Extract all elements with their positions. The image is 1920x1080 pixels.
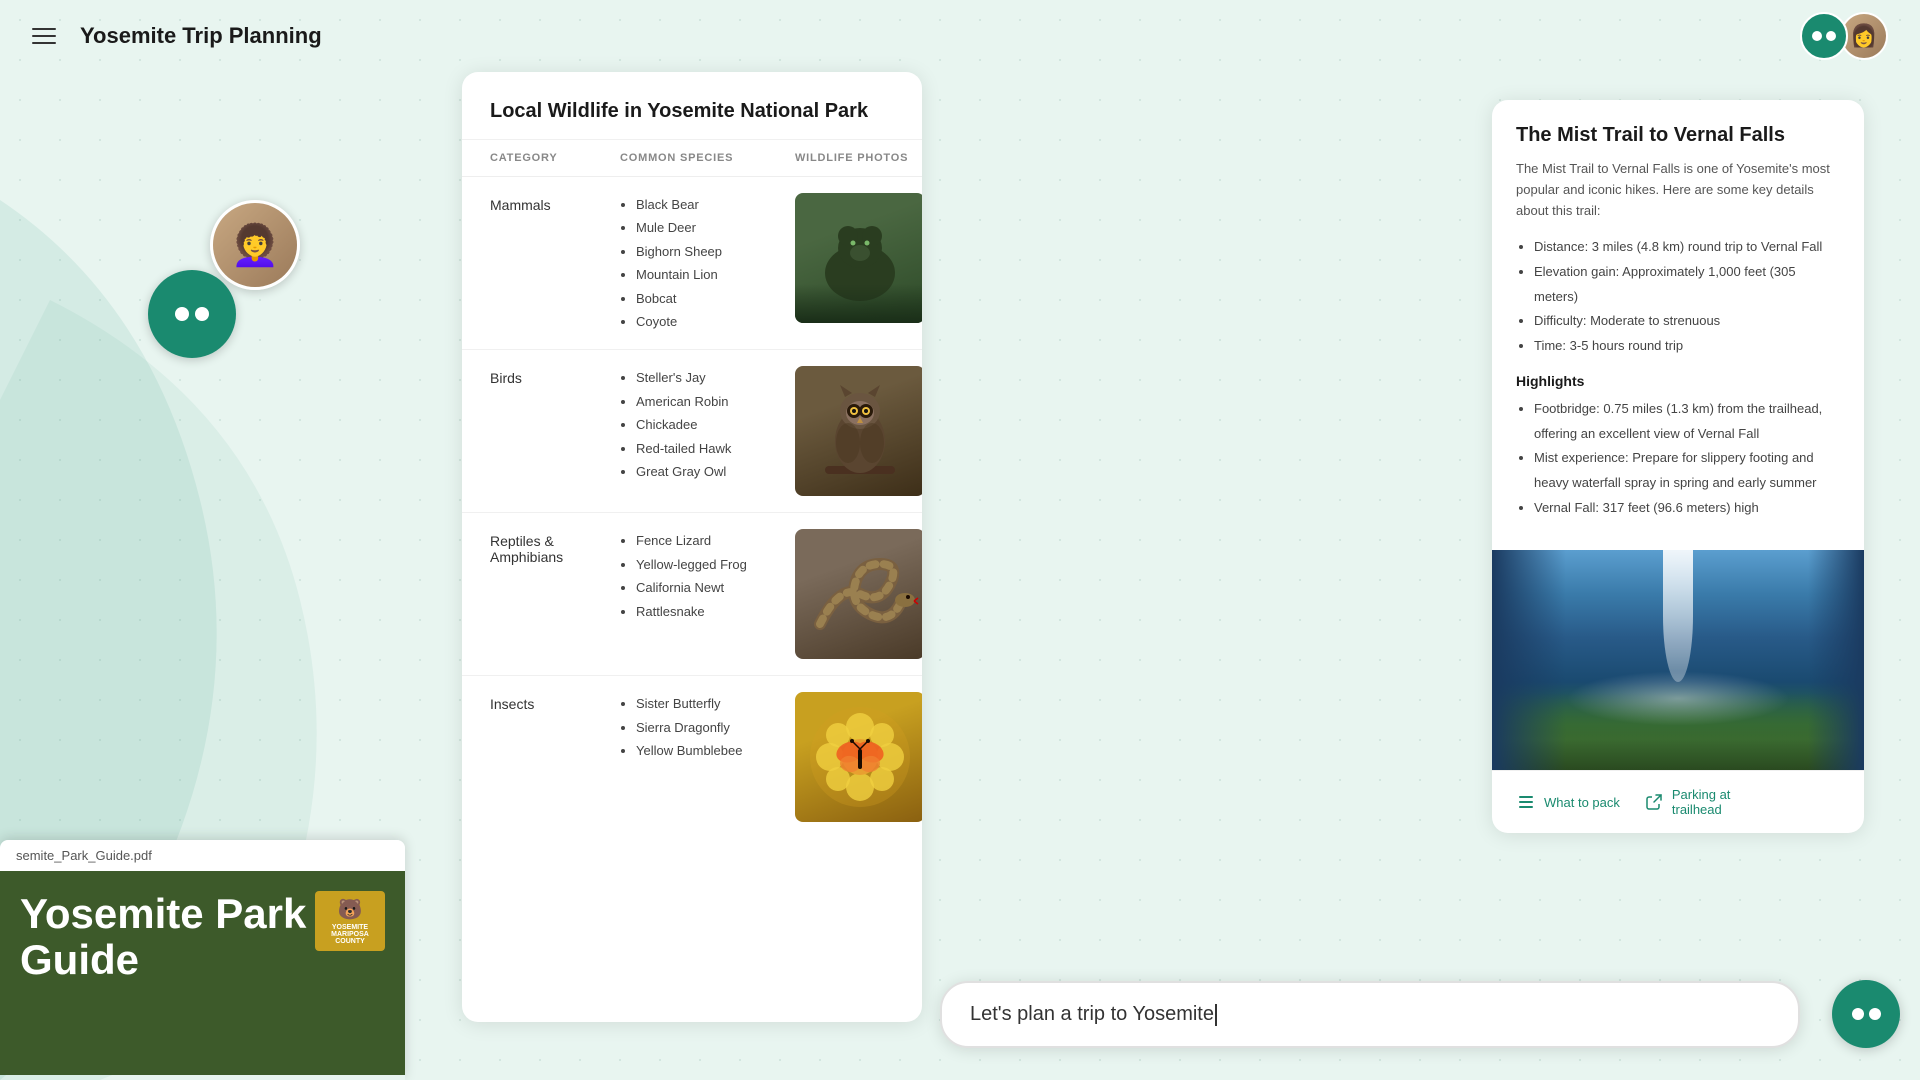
col-category: CATEGORY xyxy=(490,152,620,164)
col-species: COMMON SPECIES xyxy=(620,152,795,164)
pdf-cover: 🐻 YOSEMITEMARIPOSACOUNTY Yosemite Park G… xyxy=(0,871,405,1075)
floating-user-avatar: 👩‍🦱 xyxy=(210,200,300,290)
trail-card: The Mist Trail to Vernal Falls The Mist … xyxy=(1492,100,1864,833)
owl-photo xyxy=(795,366,922,496)
pdf-logo: 🐻 YOSEMITEMARIPOSACOUNTY xyxy=(315,891,385,951)
chat-input-container: Let's plan a trip to Yosemite xyxy=(940,981,1800,1048)
butterfly-photo xyxy=(795,692,922,822)
bear-icon: 🐻 xyxy=(338,897,363,922)
pdf-filename: semite_Park_Guide.pdf xyxy=(0,840,405,871)
category-birds: Birds xyxy=(490,366,620,386)
snake-photo xyxy=(795,529,922,659)
what-to-pack-label: What to pack xyxy=(1544,795,1620,810)
table-row: Insects Sister Butterfly Sierra Dragonfl… xyxy=(462,676,922,838)
col-photos: WILDLIFE PHOTOS xyxy=(795,152,922,164)
pdf-logo-text: YOSEMITEMARIPOSACOUNTY xyxy=(331,924,369,945)
pdf-card[interactable]: semite_Park_Guide.pdf 🐻 YOSEMITEMARIPOSA… xyxy=(0,840,405,1080)
category-insects: Insects xyxy=(490,692,620,712)
species-list-reptiles: Fence Lizard Yellow-legged Frog Californ… xyxy=(620,529,795,623)
wildlife-table-card: Local Wildlife in Yosemite National Park… xyxy=(462,72,922,1022)
highlights-title: Highlights xyxy=(1516,373,1840,389)
parking-label: Parking attrailhead xyxy=(1672,787,1731,817)
table-row: Mammals Black Bear Mule Deer Bighorn She… xyxy=(462,177,922,350)
parking-link[interactable]: Parking attrailhead xyxy=(1644,787,1731,817)
list-icon xyxy=(1516,792,1536,812)
trail-highlights: Footbridge: 0.75 miles (1.3 km) from the… xyxy=(1516,397,1840,520)
header: Yosemite Trip Planning 👩 xyxy=(0,0,1920,72)
table-body: Mammals Black Bear Mule Deer Bighorn She… xyxy=(462,177,922,1017)
chat-input-box[interactable]: Let's plan a trip to Yosemite xyxy=(940,981,1800,1048)
trail-card-content: The Mist Trail to Vernal Falls The Mist … xyxy=(1492,100,1864,550)
species-list-insects: Sister Butterfly Sierra Dragonfly Yellow… xyxy=(620,692,795,762)
category-reptiles: Reptiles &Amphibians xyxy=(490,529,620,565)
species-list-birds: Steller's Jay American Robin Chickadee R… xyxy=(620,366,795,483)
table-row: Reptiles &Amphibians Fence Lizard Yellow… xyxy=(462,513,922,676)
table-row: Birds Steller's Jay American Robin Chick… xyxy=(462,350,922,513)
chat-send-button[interactable] xyxy=(1832,980,1900,1048)
what-to-pack-link[interactable]: What to pack xyxy=(1516,787,1620,817)
trail-description: The Mist Trail to Vernal Falls is one of… xyxy=(1516,159,1840,221)
chat-input-text: Let's plan a trip to Yosemite xyxy=(970,1003,1214,1026)
text-cursor xyxy=(1215,1004,1217,1026)
category-mammals: Mammals xyxy=(490,193,620,213)
table-header: Local Wildlife in Yosemite National Park xyxy=(462,72,922,140)
table-title: Local Wildlife in Yosemite National Park xyxy=(490,100,894,123)
bear-photo xyxy=(795,193,922,323)
app-title: Yosemite Trip Planning xyxy=(80,23,322,49)
header-avatars: 👩 xyxy=(1800,12,1888,60)
link-icon xyxy=(1644,792,1664,812)
table-column-headers: CATEGORY COMMON SPECIES WILDLIFE PHOTOS xyxy=(462,140,922,177)
trail-title: The Mist Trail to Vernal Falls xyxy=(1516,124,1840,147)
trail-footer: What to pack Parking attrailhead xyxy=(1492,770,1864,833)
trail-photo xyxy=(1492,550,1864,770)
menu-button[interactable] xyxy=(32,20,64,52)
species-list-mammals: Black Bear Mule Deer Bighorn Sheep Mount… xyxy=(620,193,795,333)
bot-avatar xyxy=(1800,12,1848,60)
trail-details: Distance: 3 miles (4.8 km) round trip to… xyxy=(1516,235,1840,358)
floating-bot-avatar xyxy=(148,270,236,358)
